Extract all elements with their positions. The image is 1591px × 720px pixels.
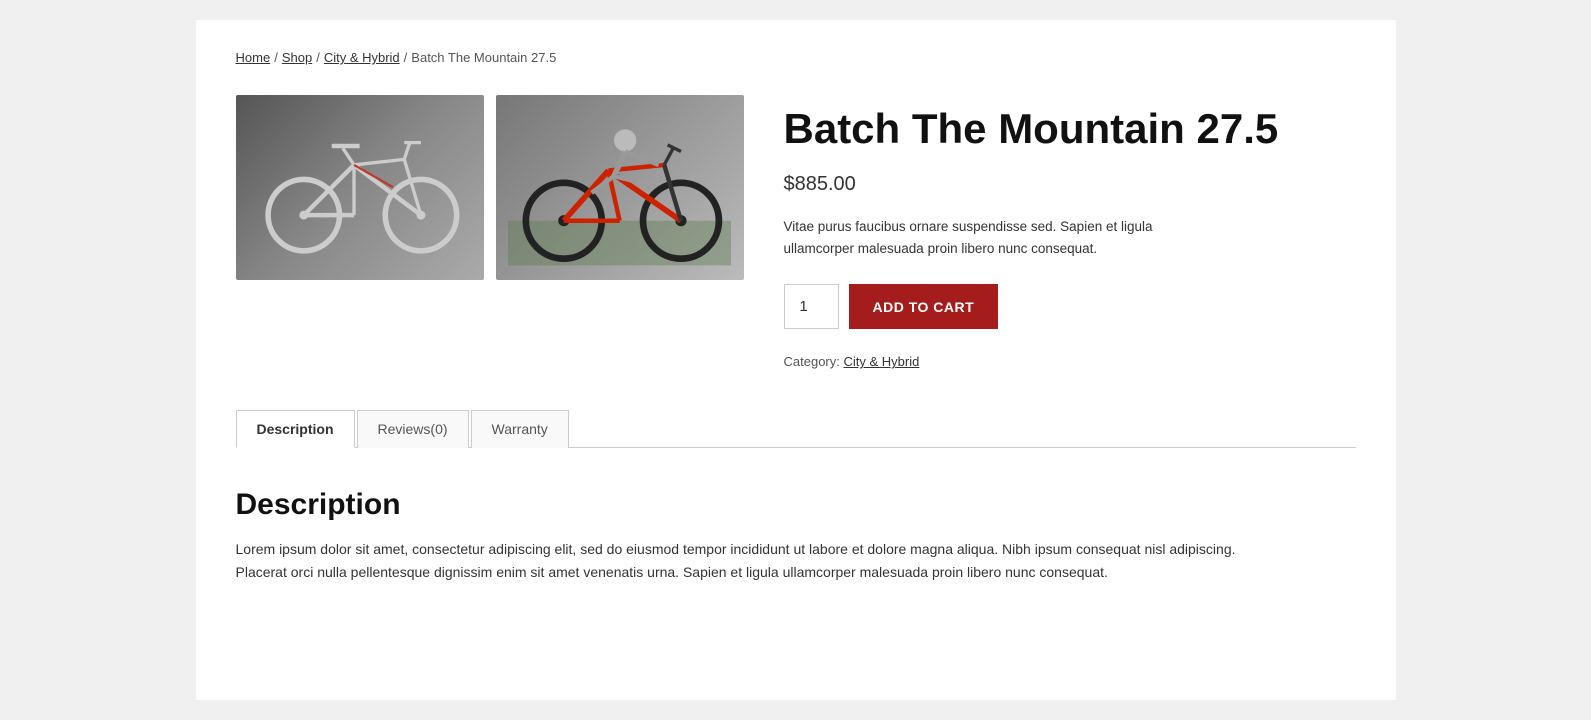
breadcrumb-sep-1: /: [274, 50, 278, 65]
product-image-2: [496, 95, 744, 280]
product-info: Batch The Mountain 27.5 $885.00 Vitae pu…: [784, 95, 1356, 369]
breadcrumb-category[interactable]: City & Hybrid: [324, 50, 400, 65]
product-price: $885.00: [784, 173, 1356, 196]
description-section: Description Lorem ipsum dolor sit amet, …: [236, 478, 1356, 593]
breadcrumb-sep-2: /: [316, 50, 320, 65]
product-images: [236, 95, 744, 369]
tab-description[interactable]: Description: [236, 410, 355, 448]
add-to-cart-row: ADD TO CART: [784, 284, 1356, 329]
description-body: Lorem ipsum dolor sit amet, consectetur …: [236, 538, 1286, 583]
tabs-list: Description Reviews(0) Warranty: [236, 409, 1356, 447]
product-title: Batch The Mountain 27.5: [784, 105, 1356, 153]
product-category: Category: City & Hybrid: [784, 354, 1356, 369]
category-link[interactable]: City & Hybrid: [844, 354, 920, 369]
tab-warranty[interactable]: Warranty: [471, 410, 569, 448]
tabs-section: Description Reviews(0) Warranty: [236, 409, 1356, 448]
tab-reviews[interactable]: Reviews(0): [357, 410, 469, 448]
breadcrumb-sep-3: /: [404, 50, 408, 65]
breadcrumb: Home / Shop / City & Hybrid / Batch The …: [236, 50, 1356, 65]
breadcrumb-current: Batch The Mountain 27.5: [411, 50, 556, 65]
description-heading: Description: [236, 488, 1356, 522]
product-image-1: [236, 95, 484, 280]
quantity-input[interactable]: [784, 284, 839, 329]
add-to-cart-button[interactable]: ADD TO CART: [849, 284, 999, 329]
product-section: Batch The Mountain 27.5 $885.00 Vitae pu…: [236, 95, 1356, 369]
category-label: Category:: [784, 354, 840, 369]
product-short-description: Vitae purus faucibus ornare suspendisse …: [784, 216, 1224, 259]
breadcrumb-home[interactable]: Home: [236, 50, 271, 65]
breadcrumb-shop[interactable]: Shop: [282, 50, 312, 65]
